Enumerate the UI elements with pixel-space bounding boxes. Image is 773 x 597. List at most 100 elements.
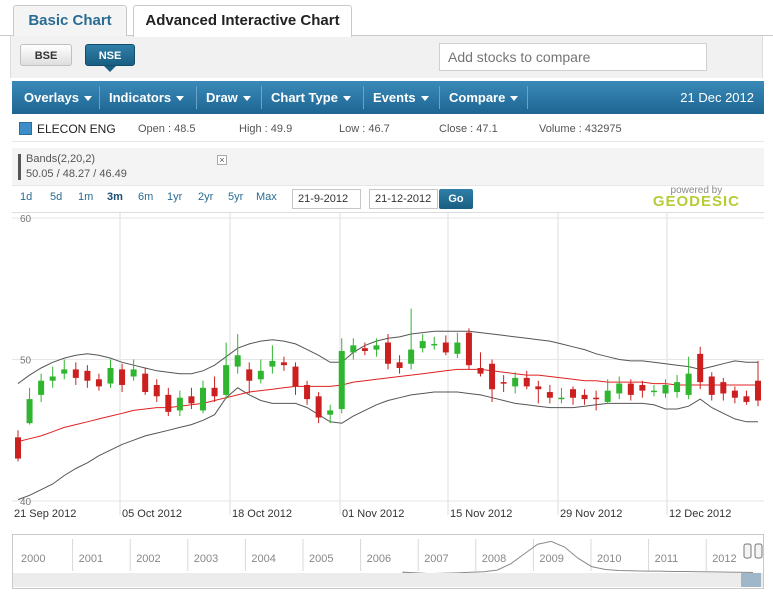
candle-body (685, 373, 692, 395)
candle-body (338, 351, 345, 410)
navigator-year-label: 2009 (539, 553, 563, 565)
bands-title: Bands(2,20,2) (26, 153, 96, 165)
caret-down-icon (242, 96, 251, 102)
candle-body (616, 383, 623, 394)
menu-chart-type[interactable]: Chart Type (261, 81, 351, 114)
candle-body (731, 390, 738, 398)
add-stocks-compare-input[interactable] (439, 43, 707, 71)
period-1yr[interactable]: 1yr (167, 191, 182, 203)
menu-events[interactable]: Events (363, 81, 429, 114)
price-chart[interactable]: 60 50 40 21 Sep 2012 05 Oct 2012 18 Oct 2012 0… (12, 212, 764, 522)
time-navigator[interactable]: 2000 2001 2002 2003 2004 2005 2006 2007 2008 2009… (12, 534, 764, 589)
x-tick-label: 12 Dec 2012 (669, 508, 731, 520)
menu-indicators[interactable]: Indicators (99, 81, 185, 114)
candle-body (280, 362, 287, 366)
candle-body (512, 377, 519, 387)
tab-advanced-interactive-chart[interactable]: Advanced Interactive Chart (133, 5, 352, 37)
y-tick-label: 60 (20, 214, 32, 225)
nse-button[interactable]: NSE (85, 44, 135, 66)
candle-body (593, 397, 600, 400)
stock-volume: Volume : 432975 (539, 123, 622, 135)
navigator-svg[interactable]: 2000 2001 2002 2003 2004 2005 2006 2007 2008 2009… (13, 535, 763, 588)
candle-body (639, 384, 646, 391)
caret-down-icon (510, 96, 519, 102)
stock-low: Low : 46.7 (339, 123, 390, 135)
geodesic-logo: powered by GEODESIC (653, 185, 740, 209)
stock-open: Open : 48.5 (138, 123, 196, 135)
bse-button[interactable]: BSE (20, 44, 72, 66)
candle-body (581, 394, 588, 400)
period-1m[interactable]: 1m (78, 191, 93, 203)
navigator-year-label: 2006 (367, 553, 391, 565)
navigator-year-label: 2001 (79, 553, 103, 565)
date-from-input[interactable] (292, 189, 361, 209)
candle-body (454, 342, 461, 354)
period-5d[interactable]: 5d (50, 191, 62, 203)
candle-body (396, 362, 403, 368)
candle-body (142, 373, 149, 393)
candle-body (350, 345, 357, 353)
menu-events-label: Events (373, 90, 416, 105)
menu-compare[interactable]: Compare (439, 81, 519, 114)
candle-body (188, 396, 195, 404)
candle-body (223, 365, 230, 395)
series-toggle-checkbox[interactable] (19, 122, 32, 135)
navigator-scroll-thumb[interactable] (741, 573, 761, 587)
navigator-scrollbar-track[interactable] (13, 573, 763, 587)
navigator-year-label: 2000 (21, 553, 45, 565)
candle-body (604, 390, 611, 402)
candle-body (327, 410, 334, 415)
price-chart-svg[interactable]: 60504021 Sep 2012 05 Oct 2012 18 Oct 2012 0… (12, 213, 764, 523)
candle-body (442, 342, 449, 353)
current-date: 21 Dec 2012 (680, 90, 754, 105)
period-Max[interactable]: Max (256, 191, 277, 203)
tab-basic-chart[interactable]: Basic Chart (13, 5, 127, 36)
candle-body (546, 392, 553, 398)
period-1d[interactable]: 1d (20, 191, 32, 203)
chart-toolbar: Overlays Indicators Draw Chart Type Even… (12, 81, 764, 114)
navigator-year-label: 2012 (712, 553, 736, 565)
menu-draw[interactable]: Draw (196, 81, 251, 114)
navigator-left-handle[interactable] (743, 543, 752, 559)
candle-body (535, 386, 542, 390)
candle-body (95, 379, 102, 387)
caret-down-icon (342, 96, 351, 102)
exchange-bar: BSE NSE (10, 36, 763, 78)
menu-chart-type-label: Chart Type (271, 90, 338, 105)
candle-body (119, 369, 126, 385)
x-tick-label: 01 Nov 2012 (342, 508, 404, 520)
candle-body (15, 437, 21, 459)
period-3m[interactable]: 3m (107, 191, 123, 203)
candle-body (304, 384, 311, 400)
y-tick-label: 50 (20, 356, 32, 367)
date-to-input[interactable] (369, 189, 438, 209)
candle-body (523, 377, 530, 387)
candle-body (500, 382, 507, 384)
menu-separator (527, 86, 528, 109)
candle-body (269, 360, 276, 367)
go-button[interactable]: Go (439, 189, 473, 209)
candle-body (246, 369, 253, 381)
candle-body (674, 382, 681, 393)
stock-high: High : 49.9 (239, 123, 293, 135)
close-icon[interactable]: × (217, 155, 227, 165)
candle-body (257, 370, 264, 380)
period-selector-row: 1d5d1m3m6m1yr2yr5yrMax – Go powered by G… (12, 185, 764, 212)
navigator-right-handle[interactable] (754, 543, 763, 559)
candle-body (419, 341, 426, 349)
x-tick-label: 29 Nov 2012 (560, 508, 622, 520)
navigator-series-line (402, 540, 754, 575)
period-5yr[interactable]: 5yr (228, 191, 243, 203)
caret-down-icon (83, 96, 92, 102)
menu-overlays[interactable]: Overlays (14, 81, 92, 114)
period-6m[interactable]: 6m (138, 191, 153, 203)
candle-body (61, 369, 68, 374)
x-tick-label: 18 Oct 2012 (232, 508, 292, 520)
x-tick-label: 15 Nov 2012 (450, 508, 512, 520)
navigator-year-label: 2011 (655, 553, 679, 565)
candle-body (234, 355, 241, 367)
candle-body (153, 384, 160, 397)
candle-body (49, 376, 56, 381)
chart-tabs: Basic Chart Advanced Interactive Chart (0, 0, 773, 37)
period-2yr[interactable]: 2yr (198, 191, 213, 203)
